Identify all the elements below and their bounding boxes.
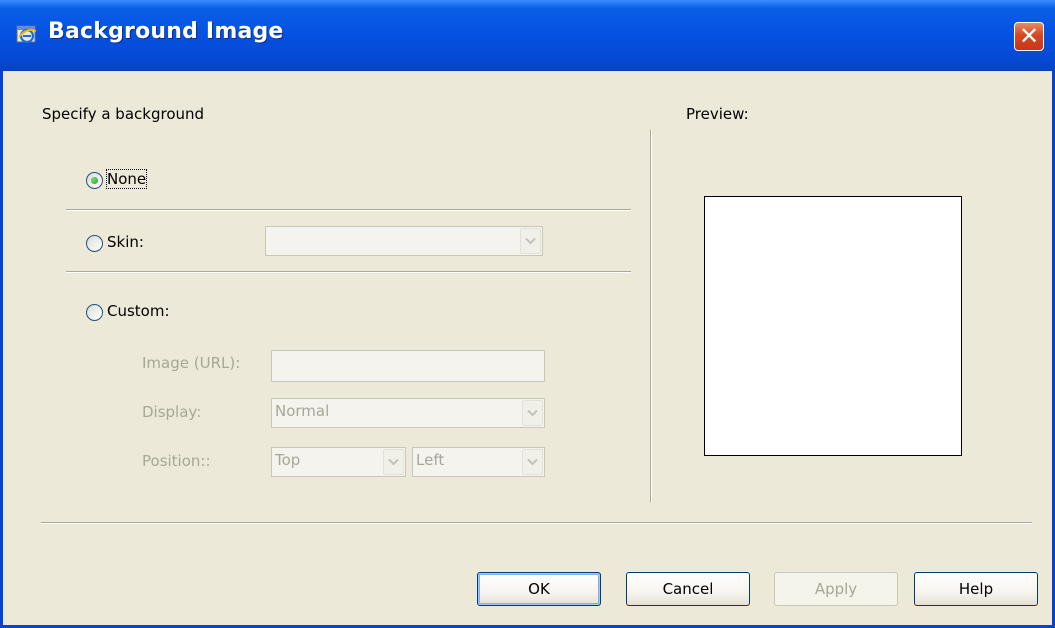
preview-label: Preview: xyxy=(686,105,749,123)
apply-button[interactable]: Apply xyxy=(774,572,898,606)
position-vertical-select[interactable]: Top xyxy=(271,447,406,477)
close-button[interactable]: ✕ xyxy=(1014,22,1044,51)
position-vertical-value: Top xyxy=(275,451,301,469)
position-horizontal-value: Left xyxy=(416,451,445,469)
dialog-window: Background Image ✕ Specify a background … xyxy=(0,0,1055,628)
skin-radio[interactable] xyxy=(86,235,103,252)
vertical-divider xyxy=(650,130,652,502)
none-radio-label[interactable]: None xyxy=(105,169,148,189)
ok-button[interactable]: OK xyxy=(477,572,601,606)
display-label: Display: xyxy=(142,403,202,421)
chevron-down-icon[interactable] xyxy=(383,449,404,475)
none-radio[interactable] xyxy=(86,172,103,189)
ie-icon xyxy=(14,22,40,46)
chevron-down-icon[interactable] xyxy=(522,400,543,426)
skin-select[interactable] xyxy=(265,226,543,256)
image-url-label: Image (URL): xyxy=(142,354,241,372)
cancel-button[interactable]: Cancel xyxy=(626,572,750,606)
separator-line xyxy=(66,271,631,273)
image-url-input[interactable] xyxy=(271,350,545,382)
separator-line xyxy=(66,209,631,211)
skin-radio-label[interactable]: Skin: xyxy=(107,233,144,251)
specify-background-label: Specify a background xyxy=(42,105,205,123)
custom-radio-label[interactable]: Custom: xyxy=(107,302,170,320)
preview-box xyxy=(704,196,962,456)
dialog-title: Background Image xyxy=(48,19,284,44)
position-horizontal-select[interactable]: Left xyxy=(412,447,545,477)
title-bar[interactable]: Background Image ✕ xyxy=(0,0,1055,71)
display-select-value: Normal xyxy=(275,402,330,420)
radio-selected-dot xyxy=(91,177,98,184)
position-label: Position:: xyxy=(142,452,211,470)
chevron-down-icon[interactable] xyxy=(520,228,541,254)
custom-radio[interactable] xyxy=(86,304,103,321)
close-icon: ✕ xyxy=(1018,22,1040,50)
chevron-down-icon[interactable] xyxy=(522,449,543,475)
display-select[interactable]: Normal xyxy=(271,398,545,428)
help-button[interactable]: Help xyxy=(914,572,1038,606)
bottom-separator xyxy=(41,522,1032,524)
